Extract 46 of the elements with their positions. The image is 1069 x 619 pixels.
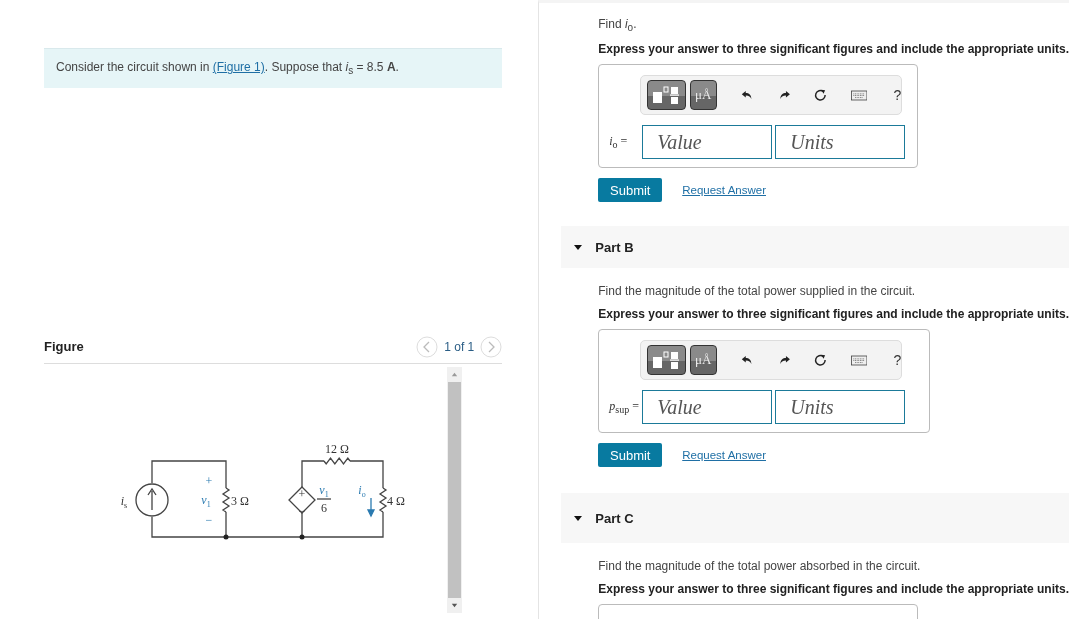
keyboard-icon[interactable]	[851, 89, 868, 101]
reset-icon[interactable]	[814, 88, 828, 103]
question-text: Find the magnitude of the total power supplied in the circuit.	[598, 284, 917, 299]
question-text: Find i$_{o}$.	[598, 17, 638, 34]
circuit-label: v$_{1}$	[201, 493, 211, 509]
request-answer-link[interactable]: Request Answer	[682, 184, 766, 197]
circuit-label: +	[205, 474, 213, 488]
instruction-text: Express your answer to three significant figures and include the appropriate units.	[598, 307, 1069, 322]
template-button[interactable]	[647, 80, 686, 111]
circuit-label: 12 Ω	[325, 442, 349, 456]
circuit-label: −	[298, 504, 306, 518]
circuit-label: i$_{s}$	[120, 494, 128, 510]
submit-button[interactable]: Submit	[598, 178, 663, 203]
page-counter: 1 of 1	[444, 339, 475, 354]
units-button[interactable]: μÅ	[689, 345, 717, 376]
value-field[interactable]: Value	[642, 390, 773, 425]
keyboard-icon[interactable]	[851, 354, 868, 366]
circuit-label: 6	[321, 501, 327, 515]
circuit-label: +	[298, 487, 306, 501]
scroll-down-icon[interactable]	[450, 601, 459, 610]
question-text: Find the magnitude of the total power absorbed in the circuit.	[598, 559, 922, 574]
value-field[interactable]: Value	[642, 125, 773, 160]
units-button[interactable]: μÅ	[689, 80, 717, 111]
figure-title: Figure	[44, 339, 84, 354]
units-field[interactable]: Units	[775, 125, 906, 160]
submit-button[interactable]: Submit	[598, 443, 663, 468]
instruction-text: Express your answer to three significant figures and include the appropriate units.	[598, 42, 1069, 57]
circuit-label: 3 Ω	[231, 494, 249, 508]
circuit-label: i$_{o}$	[358, 483, 366, 499]
circuit-label: 4 Ω	[387, 494, 405, 508]
scrollbar[interactable]	[447, 367, 462, 613]
help-button[interactable]: ?	[893, 87, 902, 104]
figure-link[interactable]: (Figure 1)	[212, 60, 265, 75]
units-field[interactable]: Units	[775, 390, 906, 425]
instruction-text: Express your answer to three significant figures and include the appropriate units.	[598, 582, 1069, 597]
help-button[interactable]: ?	[893, 352, 902, 369]
circuit-label: −	[205, 513, 213, 527]
variable-label: i$_{o}$ =	[609, 134, 629, 151]
part-header[interactable]: Part B	[561, 226, 1069, 269]
circuit-label: v$_{1}$	[319, 483, 329, 499]
variable-label: p$_{sup}$ =	[609, 399, 640, 416]
template-button[interactable]	[647, 345, 686, 376]
intro-text: Consider the circuit shown in (Figure 1). Suppose that i$_{s}$ = 8.5 A.	[56, 60, 399, 77]
reset-icon[interactable]	[814, 353, 828, 368]
part-header[interactable]: Part C	[561, 493, 1069, 544]
request-answer-link[interactable]: Request Answer	[682, 449, 766, 462]
